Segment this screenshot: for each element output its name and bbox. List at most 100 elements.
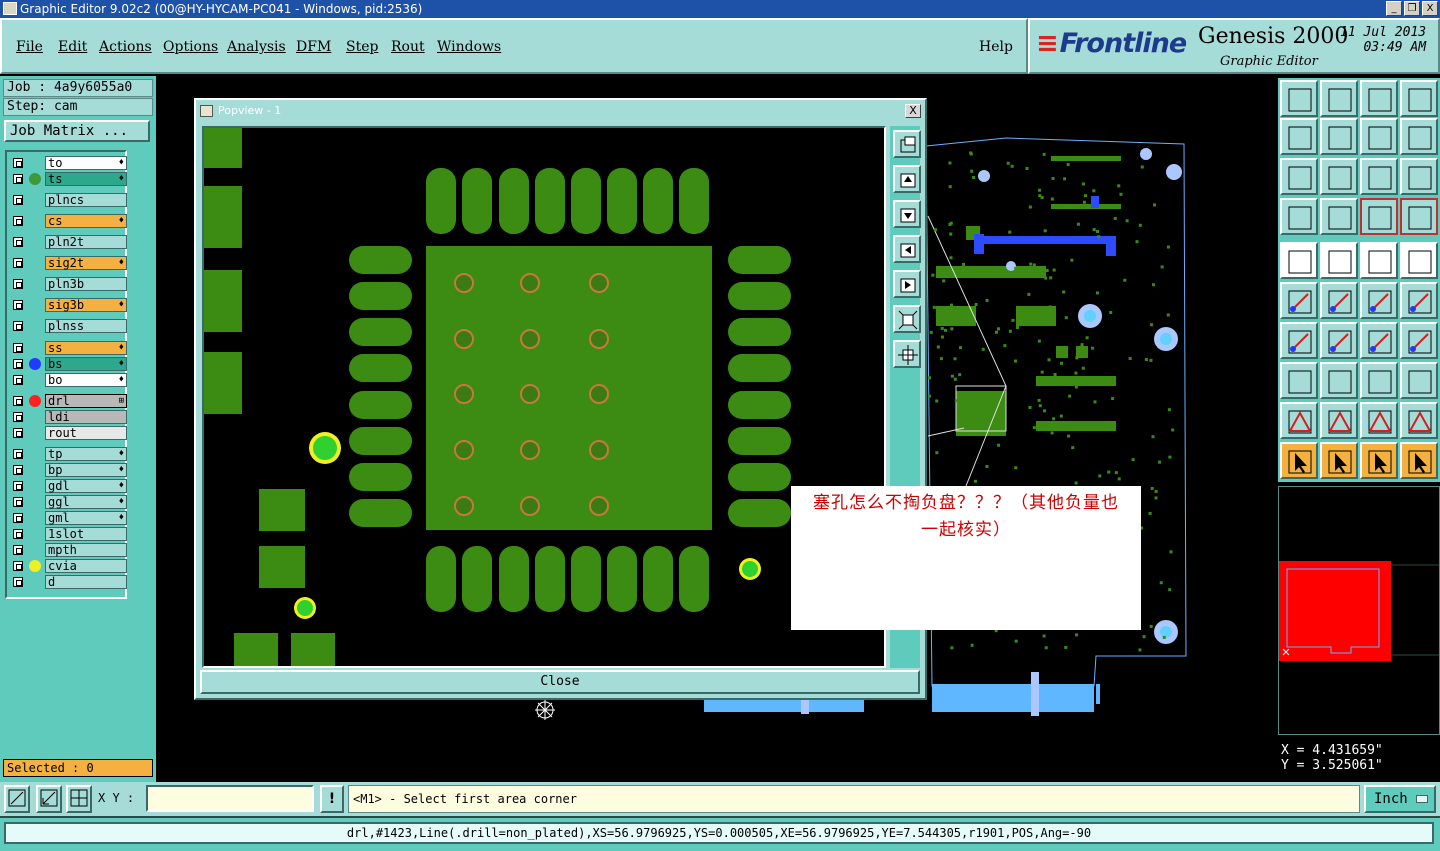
layer-row-gdl[interactable]: gdl ♦ xyxy=(11,479,127,493)
layer-checkbox[interactable] xyxy=(13,258,23,268)
join-tool-icon[interactable] xyxy=(1400,362,1438,399)
menu-actions[interactable]: Actions xyxy=(99,39,152,55)
layer-name[interactable]: pln3b xyxy=(45,277,127,291)
layer-row-plnss[interactable]: plnss xyxy=(11,319,127,333)
ruler-tool-icon[interactable] xyxy=(1360,242,1398,279)
layer-row-pln2t[interactable]: pln2t xyxy=(11,235,127,249)
layer-name[interactable]: bp ♦ xyxy=(45,463,127,477)
layer-row-bs[interactable]: bs ♦ xyxy=(11,357,127,371)
menu-step[interactable]: Step xyxy=(346,39,378,55)
layer-row-cs[interactable]: cs ♦ xyxy=(11,214,127,228)
swap-tool-icon[interactable] xyxy=(1360,118,1398,155)
popview-pan-left-button[interactable] xyxy=(893,235,921,263)
net-highlight-tool-icon[interactable] xyxy=(1360,198,1398,235)
layer-checkbox[interactable] xyxy=(13,545,23,555)
layer-checkbox[interactable] xyxy=(13,359,23,369)
layer-checkbox[interactable] xyxy=(13,300,23,310)
resize-tool-icon[interactable] xyxy=(1360,362,1398,399)
layer-name[interactable]: bs ♦ xyxy=(45,357,127,371)
alert-button[interactable]: ! xyxy=(320,785,344,813)
mirror-tool-icon[interactable] xyxy=(1280,362,1318,399)
layer-row-pln3b[interactable]: pln3b xyxy=(11,277,127,291)
layer-name[interactable]: gdl ♦ xyxy=(45,479,127,493)
layer-checkbox[interactable] xyxy=(13,412,23,422)
layer-row-ldi[interactable]: ldi xyxy=(11,410,127,424)
arc-tool-icon[interactable] xyxy=(1320,322,1358,359)
layer-row-ss[interactable]: ss ♦ xyxy=(11,341,127,355)
layer-row-d[interactable]: d xyxy=(11,575,127,589)
layer-checkbox[interactable] xyxy=(13,529,23,539)
layer-name[interactable]: pln2t xyxy=(45,235,127,249)
cross-tool-icon[interactable] xyxy=(1320,282,1358,319)
minimize-button[interactable]: _ xyxy=(1386,1,1402,16)
layer-name[interactable]: plncs xyxy=(45,193,127,207)
layer-checkbox[interactable] xyxy=(13,174,23,184)
menu-rout[interactable]: Rout xyxy=(391,39,425,55)
popview-zoom-home-button[interactable] xyxy=(893,130,921,158)
job-matrix-button[interactable]: Job Matrix ... xyxy=(4,120,150,142)
layer-row-drl[interactable]: drl ⊞ xyxy=(11,394,127,408)
layer-checkbox[interactable] xyxy=(13,158,23,168)
layer-name[interactable]: gml ♦ xyxy=(45,511,127,525)
layer-name[interactable]: mpth xyxy=(45,543,127,557)
undo-tool-icon[interactable] xyxy=(1320,242,1358,279)
layer-name[interactable]: ldi xyxy=(45,410,127,424)
menu-file[interactable]: File xyxy=(16,39,43,55)
fit-tool-icon[interactable] xyxy=(1280,158,1318,195)
measure-tool-icon[interactable] xyxy=(1280,198,1318,235)
layer-row-bo[interactable]: bo ♦ xyxy=(11,373,127,387)
layer-checkbox[interactable] xyxy=(13,449,23,459)
layer-checkbox[interactable] xyxy=(13,497,23,507)
pan-left-tool-icon[interactable] xyxy=(1280,118,1318,155)
layer-checkbox[interactable] xyxy=(13,321,23,331)
popview-expand-button[interactable] xyxy=(893,340,921,368)
move-tool-icon[interactable] xyxy=(1280,282,1318,319)
snap-mode-icon[interactable] xyxy=(4,785,30,813)
popview-close-button[interactable]: Close xyxy=(200,670,920,694)
layer-name[interactable]: sig3b ♦ xyxy=(45,298,127,312)
scale-tool-icon[interactable] xyxy=(1360,158,1398,195)
layer-name[interactable]: bo ♦ xyxy=(45,373,127,387)
layer-row-tp[interactable]: tp ♦ xyxy=(11,447,127,461)
layer-name[interactable]: drl ⊞ xyxy=(45,394,127,408)
menu-analysis[interactable]: Analysis xyxy=(227,39,286,55)
layer-checkbox[interactable] xyxy=(13,216,23,226)
popview-pan-right-button[interactable] xyxy=(893,270,921,298)
line-tool-icon[interactable] xyxy=(1400,282,1438,319)
menu-edit[interactable]: Edit xyxy=(58,39,87,55)
layer-name[interactable]: ss ♦ xyxy=(45,341,127,355)
feature-select-tool-icon[interactable] xyxy=(1280,242,1318,279)
popview-title-bar[interactable]: Popview - 1 X xyxy=(196,100,925,122)
layer-name[interactable]: rout xyxy=(45,426,127,440)
layer-checkbox[interactable] xyxy=(13,237,23,247)
grid-tool-icon[interactable] xyxy=(1320,198,1358,235)
layer-name[interactable]: sig2t ♦ xyxy=(45,256,127,270)
flip-tool-icon[interactable] xyxy=(1400,322,1438,359)
redraw-tool-icon[interactable] xyxy=(1400,118,1438,155)
popview-pan-down-button[interactable] xyxy=(893,200,921,228)
center-tool-icon[interactable] xyxy=(1320,158,1358,195)
layer-name[interactable]: d xyxy=(45,575,127,589)
net-select-tool-icon[interactable] xyxy=(1400,198,1438,235)
window-tool-icon[interactable] xyxy=(1400,80,1438,117)
home-tool-icon[interactable] xyxy=(1360,80,1398,117)
layer-name[interactable]: plnss xyxy=(45,319,127,333)
arch-cross-tool-icon[interactable] xyxy=(1400,402,1438,439)
units-select[interactable]: Inch xyxy=(1364,785,1436,813)
layer-checkbox[interactable] xyxy=(13,481,23,491)
rotate-tool-icon[interactable] xyxy=(1360,322,1398,359)
xy-input[interactable] xyxy=(146,785,314,812)
layer-checkbox[interactable] xyxy=(13,195,23,205)
layer-row-sig2t[interactable]: sig2t ♦ xyxy=(11,256,127,270)
layer-name[interactable]: ggl ♦ xyxy=(45,495,127,509)
layer-row-to[interactable]: to ♦ xyxy=(11,156,127,170)
layer-row-gml[interactable]: gml ♦ xyxy=(11,511,127,525)
help-tool-icon[interactable] xyxy=(1400,158,1438,195)
snap-tool-icon[interactable] xyxy=(1400,242,1438,279)
layer-name[interactable]: to ♦ xyxy=(45,156,127,170)
pointer-hl-tool-icon[interactable] xyxy=(1360,442,1398,479)
layer-row-rout[interactable]: rout xyxy=(11,426,127,440)
restore-button[interactable]: ❐ xyxy=(1404,1,1420,16)
layer-row-1slot[interactable]: 1slot xyxy=(11,527,127,541)
menu-dfm[interactable]: DFM xyxy=(296,39,331,55)
